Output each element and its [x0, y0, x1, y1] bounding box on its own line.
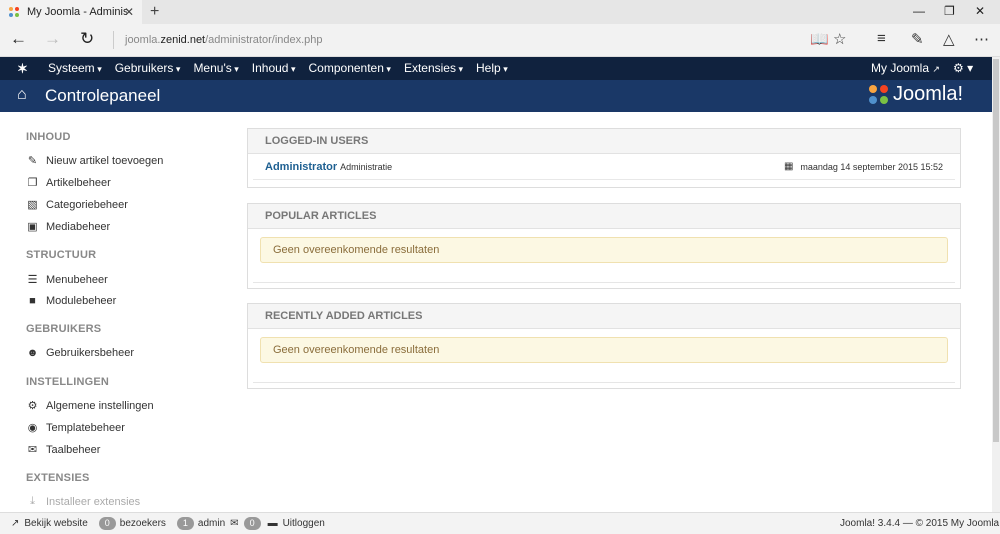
minus-icon: ▬	[267, 518, 278, 529]
panel-title: RECENTLY ADDED ARTICLES	[248, 304, 960, 329]
sidebar-item-modulebeheer[interactable]: ■ Modulebeheer	[26, 295, 116, 307]
section-structuur: STRUCTUUR	[26, 249, 97, 261]
joomla-logo-icon[interactable]: ✶	[17, 61, 28, 77]
hub-icon[interactable]: ≡	[877, 30, 886, 47]
web-note-icon[interactable]: ✎	[911, 30, 924, 48]
minimize-icon[interactable]: —	[913, 4, 925, 18]
external-link-icon: ↗	[932, 64, 940, 74]
pencil-icon: ✎	[27, 155, 38, 167]
maximize-icon[interactable]: ❐	[944, 4, 955, 18]
no-results-notice: Geen overeenkomende resultaten	[260, 237, 948, 263]
menu-inhoud[interactable]: Inhoud	[252, 57, 296, 80]
joomla-favicon-icon	[9, 7, 19, 17]
admin-status-bar: ↗ Bekijk website 0 bezoekers 1 admin ✉ 0 ▬ Ui…	[0, 512, 1000, 534]
sidebar-item-nieuw-artikel[interactable]: ✎ Nieuw artikel toevoegen	[26, 154, 164, 168]
calendar-icon: ▦	[783, 161, 794, 172]
sidebar-item-templatebeheer[interactable]: ◉ Templatebeheer	[26, 421, 125, 435]
menu-systeem[interactable]: Systeem	[48, 57, 102, 80]
login-date: ▦ maandag 14 september 2015 15:52	[783, 161, 943, 172]
panel-popular-articles: POPULAR ARTICLES Geen overeenkomende res…	[247, 203, 961, 289]
home-icon: ⌂	[17, 86, 27, 103]
sidebar-item-menubeheer[interactable]: ☰ Menubeheer	[26, 273, 108, 287]
visitors-badge: 0	[98, 517, 116, 530]
panel-divider	[253, 382, 955, 390]
url-input[interactable]: joomla.zenid.net/administrator/index.php	[113, 31, 443, 49]
envelope-icon: ✉	[230, 518, 239, 529]
admins-status: 1 admin	[176, 517, 225, 530]
panel-title: POPULAR ARTICLES	[248, 204, 960, 229]
user-menu-gear-icon[interactable]: ⚙ ▾	[953, 57, 973, 80]
panel-divider	[253, 282, 955, 290]
menu-componenten[interactable]: Componenten	[309, 57, 391, 80]
panel-recently-added-articles: RECENTLY ADDED ARTICLES Geen overeenkome…	[247, 303, 961, 389]
close-window-icon[interactable]: ✕	[975, 4, 985, 18]
sidebar: INHOUD ✎ Nieuw artikel toevoegen ❐ Artikel…	[0, 112, 240, 512]
admin-top-menu: ✶ Systeem Gebruikers Menu's Inhoud Compo…	[0, 57, 992, 80]
download-icon: ⤓	[30, 495, 35, 507]
logout-link[interactable]: ▬ Uitloggen	[268, 518, 325, 529]
sidebar-item-artikelbeheer[interactable]: ❐ Artikelbeheer	[26, 176, 111, 190]
menu-gebruikers[interactable]: Gebruikers	[115, 57, 181, 80]
user-name-link[interactable]: Administrator	[265, 161, 337, 173]
users-icon: ☻	[26, 347, 39, 359]
user-role: Administratie	[340, 161, 393, 172]
section-gebruikers: GEBRUIKERS	[26, 323, 102, 335]
reading-view-icon[interactable]: 📖	[810, 30, 829, 48]
forward-icon[interactable]: →	[44, 29, 61, 49]
browser-addressbar: ← → ↻ joomla.zenid.net/administrator/ind…	[0, 24, 1000, 57]
sidebar-item-installeer-extensies[interactable]: ⤓ Installeer extensies	[26, 495, 140, 508]
browser-tabbar: My Joomla - Administra ✕ + — ❐ ✕	[0, 0, 1000, 24]
visitors-status: 0 bezoekers	[98, 517, 166, 530]
tab-title: My Joomla - Administra	[27, 6, 127, 18]
list-icon: ☰	[27, 274, 38, 286]
page-header: ⌂ Controlepaneel Joomla!	[0, 80, 992, 112]
cube-icon: ■	[29, 295, 36, 307]
section-extensies: EXTENSIES	[26, 472, 90, 484]
joomla-logo-mark-icon	[869, 85, 888, 104]
close-tab-icon[interactable]: ✕	[124, 5, 134, 19]
sidebar-item-categoriebeheer[interactable]: ▧ Categoriebeheer	[26, 198, 128, 212]
my-joomla-link[interactable]: My Joomla ↗	[871, 57, 940, 81]
section-inhoud: INHOUD	[26, 131, 71, 143]
eye-icon: ◉	[27, 422, 38, 434]
sidebar-item-algemene-instellingen[interactable]: ⚙ Algemene instellingen	[26, 399, 154, 413]
menu-help[interactable]: Help	[476, 57, 508, 80]
view-site-link[interactable]: ↗ Bekijk website	[11, 518, 88, 529]
admin-badge: 1	[176, 517, 194, 530]
more-icon[interactable]: ⋯	[974, 30, 989, 48]
share-icon[interactable]: △	[943, 30, 955, 48]
page-title: Controlepaneel	[45, 86, 161, 105]
sidebar-item-mediabeheer[interactable]: ▣ Mediabeheer	[26, 220, 110, 234]
panel-title: LOGGED-IN USERS	[248, 129, 960, 154]
stack-icon: ❐	[27, 177, 38, 189]
refresh-icon[interactable]: ↻	[80, 29, 94, 49]
menu-menus[interactable]: Menu's	[193, 57, 238, 80]
main-menu: Systeem Gebruikers Menu's Inhoud Compone…	[48, 57, 521, 80]
folder-icon: ▧	[27, 199, 38, 211]
new-tab-button[interactable]: +	[150, 3, 159, 21]
section-instellingen: INSTELLINGEN	[26, 376, 110, 388]
joomla-brand-logo: Joomla!	[868, 83, 963, 106]
cog-icon: ⚙	[27, 400, 38, 412]
page-scrollbar[interactable]	[992, 57, 1000, 512]
messages-badge: 0	[243, 517, 261, 530]
panel-logged-in-users: LOGGED-IN USERS Administrator Administra…	[247, 128, 961, 188]
no-results-notice: Geen overeenkomende resultaten	[260, 337, 948, 363]
external-link-icon: ↗	[11, 518, 20, 529]
sidebar-item-taalbeheer[interactable]: ✉ Taalbeheer	[26, 443, 101, 457]
messages-status[interactable]: ✉ 0	[230, 517, 264, 530]
image-icon: ▣	[27, 221, 38, 233]
sidebar-item-gebruikersbeheer[interactable]: ☻ Gebruikersbeheer	[26, 347, 134, 359]
logged-in-user-row: Administrator Administratie ▦ maandag 14 …	[253, 154, 955, 180]
browser-tab[interactable]: My Joomla - Administra ✕	[0, 0, 142, 24]
favorite-star-icon[interactable]: ☆	[833, 30, 846, 48]
version-info: Joomla! 3.4.4 — © 2015 My Joomla	[840, 518, 1000, 529]
comments-icon: ✉	[27, 444, 38, 456]
scrollbar-thumb[interactable]	[993, 59, 999, 442]
menu-extensies[interactable]: Extensies	[404, 57, 463, 80]
back-icon[interactable]: ←	[10, 29, 27, 49]
